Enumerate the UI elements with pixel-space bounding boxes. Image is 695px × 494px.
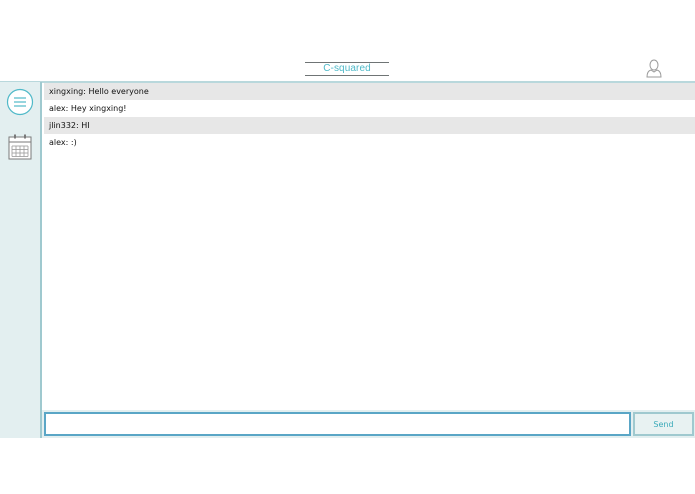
header: C-squared <box>0 58 695 82</box>
calendar-icon[interactable] <box>6 133 34 163</box>
message-input[interactable] <box>44 412 631 436</box>
message-item: xingxing: Hello everyone <box>44 83 695 100</box>
menu-icon[interactable] <box>6 88 34 116</box>
chat-app: C-squared xingxing: Hello everyone alex:… <box>0 0 695 494</box>
message-item: jlin332: HI <box>44 117 695 134</box>
message-item: alex: :) <box>49 138 77 147</box>
sidebar <box>0 82 42 438</box>
message-item: alex: Hey xingxing! <box>49 104 127 113</box>
user-icon[interactable] <box>645 59 663 79</box>
message-list[interactable]: xingxing: Hello everyone alex: Hey xingx… <box>44 83 695 410</box>
composer: Send <box>42 410 695 438</box>
app-logo[interactable]: C-squared <box>305 62 389 76</box>
send-button[interactable]: Send <box>633 412 694 436</box>
